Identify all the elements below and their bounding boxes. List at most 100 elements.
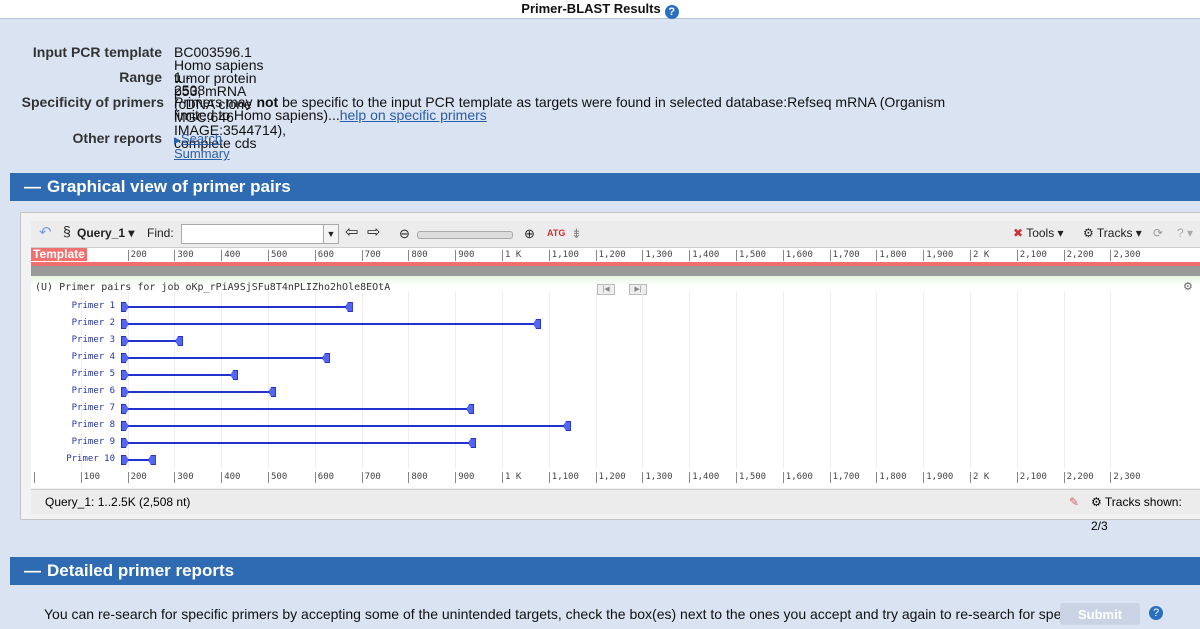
ruler-tick-bottom: 1,600: [782, 472, 813, 483]
query-dropdown[interactable]: Query_1 ▾: [77, 226, 134, 240]
submit-button[interactable]: Submit: [1060, 603, 1140, 625]
grid-line: [876, 292, 878, 468]
other-reports-label: Other reports: [72, 130, 162, 146]
viewer-toolbar: ↶ § Query_1 ▾ Find: ▼ ⇦ ⇨ ⊖ ⊕ ATG ⇟ ✖ To…: [31, 221, 1200, 248]
collapse-icon[interactable]: —: [24, 561, 41, 580]
collapse-icon[interactable]: —: [24, 177, 41, 196]
query-range: Query_1: 1..2.5K (2,508 nt): [45, 495, 191, 509]
primer-line: [122, 391, 275, 393]
ruler-tick-bottom: 1,200: [595, 472, 626, 483]
research-instructions: You can re-search for specific primers b…: [44, 606, 1137, 622]
ruler-tick-top: 500: [268, 250, 287, 261]
ruler-tick-bottom: 1,900: [923, 472, 953, 483]
ruler-tick-top: 1,200: [595, 250, 626, 261]
reverse-primer-arrow: [532, 319, 541, 329]
tools-menu[interactable]: ✖ Tools ▾: [1013, 226, 1064, 240]
ruler-tick-bottom: 1,400: [689, 472, 719, 483]
ruler-tick-bottom: 300: [174, 472, 194, 483]
arrow-left-icon[interactable]: ⇦: [345, 222, 358, 242]
ruler-tick-top: 1,500: [736, 250, 766, 261]
help-icon[interactable]: ?: [664, 5, 679, 19]
primer-label: Primer 4: [71, 352, 115, 362]
template-label: Input PCR template: [32, 44, 162, 60]
page-title: Primer-BLAST Results: [521, 1, 661, 16]
grid-line: [1016, 292, 1018, 468]
zoom-out-icon[interactable]: ⊖: [399, 226, 410, 242]
ruler-tick-top: 800: [408, 250, 428, 261]
specificity-value: Primers may not be specific to the input…: [174, 95, 945, 123]
sequence-icon: §: [63, 223, 71, 239]
ruler-tick-bottom: 2,200: [1063, 472, 1094, 483]
gear-icon: ⚙: [1091, 495, 1102, 509]
primer-label: Primer 6: [71, 386, 115, 396]
ruler-tick-top: 1,300: [642, 250, 672, 261]
grid-line: [548, 292, 550, 468]
ruler-tick-top: 2,200: [1063, 250, 1094, 261]
fit-icon[interactable]: ⇟: [571, 226, 582, 242]
reverse-primer-arrow: [562, 421, 571, 431]
find-dropdown-button[interactable]: ▼: [323, 224, 339, 244]
prev-button[interactable]: |◀: [597, 284, 615, 295]
primer-line: [122, 425, 569, 427]
zoom-in-icon[interactable]: ⊕: [524, 226, 535, 242]
ruler-tick-bottom: 400: [221, 472, 240, 483]
reverse-primer-arrow: [466, 404, 475, 414]
pencil-icon[interactable]: ✎: [1069, 490, 1079, 514]
ruler-tick-bottom: 1,500: [736, 472, 766, 483]
reverse-primer-arrow: [344, 302, 353, 312]
grid-line: [689, 292, 691, 468]
ruler-tick-bottom: 900: [455, 472, 474, 483]
ruler-tick-bottom: 600: [314, 472, 334, 483]
track-title: (U) Primer pairs for job oKp_rPiA9SjSFu8…: [35, 282, 391, 293]
ruler-tick-bottom: 500: [268, 472, 287, 483]
track-settings-icon[interactable]: ⚙: [1183, 280, 1193, 293]
detailed-reports-header[interactable]: — Detailed primer reports: [10, 557, 1200, 585]
viewer-canvas[interactable]: Template (U) Primer pairs for job oKp_rP…: [31, 248, 1200, 488]
tracks-shown[interactable]: ⚙ Tracks shown: 2/3: [1091, 490, 1200, 538]
ruler-tick-bottom: 1,100: [548, 472, 579, 483]
ruler-tick-top: 400: [221, 250, 240, 261]
tracks-menu[interactable]: ⚙ Tracks ▾: [1083, 226, 1142, 240]
primer-label: Primer 7: [71, 403, 115, 413]
help-icon[interactable]: ?: [1149, 606, 1163, 620]
primer-line: [122, 340, 181, 342]
next-button[interactable]: ▶|: [629, 284, 647, 295]
help-specific-primers-link[interactable]: help on specific primers: [340, 107, 487, 123]
grid-line: [829, 292, 831, 468]
primer-label: Primer 10: [66, 454, 115, 464]
arrow-right-icon[interactable]: ⇨: [367, 222, 380, 242]
ruler-tick-top: 1,700: [829, 250, 860, 261]
overview-bar: [31, 266, 1200, 276]
viewer-status-bar: Query_1: 1..2.5K (2,508 nt) ✎ ⚙ Tracks s…: [31, 489, 1200, 533]
primer-label: Primer 8: [71, 420, 115, 430]
ruler-tick-bottom: 200: [127, 472, 147, 483]
ruler-tick-top: 200: [127, 250, 147, 261]
refresh-icon[interactable]: ⟳: [1153, 226, 1163, 240]
ruler-tick-top: 2 K: [970, 250, 989, 261]
help-question-icon[interactable]: ? ▾: [1177, 226, 1193, 240]
graphical-view-header[interactable]: — Graphical view of primer pairs: [10, 173, 1200, 201]
undo-icon[interactable]: ↶: [39, 223, 52, 241]
reverse-primer-arrow: [230, 370, 239, 380]
tools-icon: ✖: [1013, 226, 1024, 240]
primer-line: [122, 374, 237, 376]
grid-line: [642, 292, 644, 468]
find-input[interactable]: [181, 224, 333, 244]
primer-label: Primer 1: [71, 301, 115, 311]
primer-label: Primer 9: [71, 437, 115, 447]
search-summary-link[interactable]: Search Summary: [174, 131, 230, 161]
grid-line: [595, 292, 597, 468]
zoom-slider[interactable]: [417, 231, 513, 239]
query-label: Query_1: [77, 226, 126, 240]
grid-line: [736, 292, 737, 468]
ruler-tick-top: 700: [361, 250, 381, 261]
grid-line: [970, 292, 971, 468]
find-label: Find:: [147, 226, 174, 240]
grid-line: [782, 292, 784, 468]
tracks-label: Tracks: [1096, 226, 1133, 240]
sequence-atg-icon[interactable]: ATG: [547, 228, 565, 238]
reverse-primer-arrow: [467, 438, 476, 448]
ruler-tick-top: 300: [174, 250, 194, 261]
sequence-viewer: ↶ § Query_1 ▾ Find: ▼ ⇦ ⇨ ⊖ ⊕ ATG ⇟ ✖ To…: [20, 212, 1200, 533]
primer-line: [122, 306, 351, 308]
